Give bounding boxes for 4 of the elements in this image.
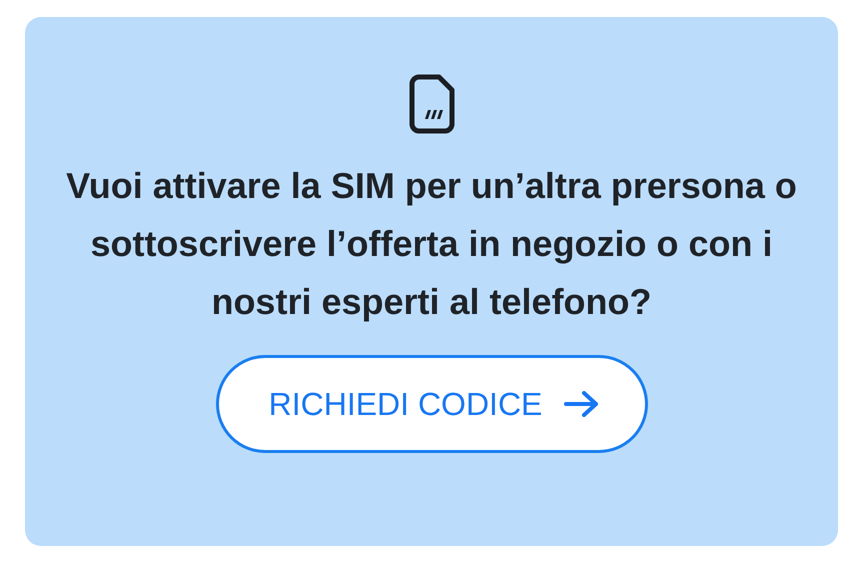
- sim-card-icon: [408, 73, 456, 135]
- arrow-right-icon: [564, 390, 600, 418]
- question-text: Vuoi attivare la SIM per un’altra prersona o sottoscrivere l’offerta in negozio o con i nostri esperti al telefono?: [65, 164, 798, 324]
- request-code-button[interactable]: RICHIEDI CODICE: [216, 355, 648, 453]
